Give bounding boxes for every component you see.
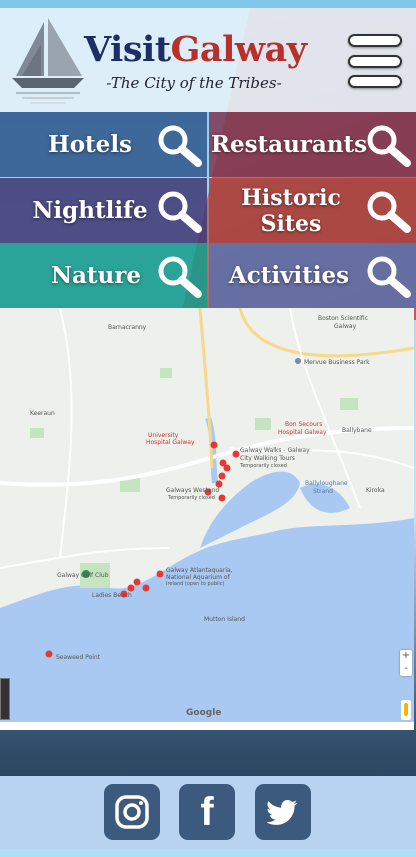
category-nightlife[interactable]: Nightlife — [0, 178, 207, 243]
search-icon — [158, 191, 202, 233]
map-label: National Aquarium of — [166, 574, 230, 581]
menu-bar — [348, 34, 402, 47]
map-label: Hospital Galway — [278, 429, 327, 436]
brand-visit: Visit — [84, 29, 171, 70]
search-icon — [367, 125, 411, 167]
map-label: Barnacranny — [108, 324, 147, 331]
social-footer: f — [0, 776, 416, 849]
category-restaurants[interactable]: Restaurants — [209, 112, 416, 177]
instagram-button[interactable] — [104, 784, 160, 840]
google-map[interactable]: Barnacranny Boston Scientific Galway Mer… — [0, 308, 414, 722]
category-grid: Hotels Restaurants Nightlife Historic Si… — [0, 112, 416, 308]
category-nature[interactable]: Nature — [0, 243, 207, 308]
map-zoom-control[interactable]: + - — [400, 650, 412, 676]
map-label: Ladies Beach — [92, 592, 132, 599]
map-zoom-out-button[interactable]: - — [400, 663, 412, 676]
facebook-button[interactable]: f — [179, 784, 235, 840]
google-logo: Google — [186, 708, 222, 718]
category-label: Hotels — [47, 131, 132, 158]
map-label: Keeraun — [30, 410, 55, 417]
map-label: University — [148, 432, 179, 439]
menu-bar — [348, 54, 402, 68]
map-label: City Walking Tours — [240, 455, 295, 462]
map-side-control[interactable] — [0, 678, 10, 720]
category-activities[interactable]: Activities — [209, 243, 416, 308]
top-strip — [0, 0, 416, 8]
brand[interactable]: VisitGalway -The City of the Tribes- — [84, 28, 308, 92]
category-label: Restaurants — [210, 131, 368, 158]
site-title: VisitGalway — [84, 28, 308, 72]
category-historic-sites[interactable]: Historic Sites — [209, 178, 416, 243]
map-label: Temporarily closed — [240, 463, 287, 469]
sailboat-logo-icon[interactable] — [8, 14, 88, 106]
map-zoom-in-button[interactable]: + — [400, 650, 412, 663]
map-label: Ballyloughane — [305, 480, 348, 487]
hamburger-menu-icon[interactable] — [348, 34, 402, 88]
facebook-icon: f — [200, 790, 214, 834]
map-label: Bon Secours — [285, 421, 323, 428]
search-icon — [158, 125, 202, 167]
instagram-icon — [115, 795, 149, 829]
map-label: Strand — [313, 488, 333, 495]
map-label: Seaweed Point — [56, 654, 101, 661]
category-hotels[interactable]: Hotels — [0, 112, 207, 177]
map-footer-strip — [0, 722, 414, 730]
map-label: Kiroka — [366, 487, 385, 494]
twitter-button[interactable] — [255, 784, 311, 840]
map-label: Galway — [334, 323, 357, 330]
search-icon — [367, 191, 411, 233]
site-header: VisitGalway -The City of the Tribes- — [0, 8, 416, 112]
map-label: Galways Westend — [166, 487, 220, 494]
brand-galway: Galway — [170, 29, 308, 70]
street-view-pegman-icon[interactable] — [401, 700, 411, 720]
search-icon — [158, 256, 202, 298]
twitter-bird-icon — [266, 799, 298, 825]
map-label: Ireland (open to public) — [166, 581, 225, 587]
category-label: Nightlife — [32, 197, 148, 224]
category-label: Historic Sites — [241, 184, 341, 237]
menu-bar — [348, 75, 402, 88]
tagline: -The City of the Tribes- — [106, 74, 282, 92]
map-label: Boston Scientific — [318, 315, 369, 322]
map-label: Galway Walks - Galway — [240, 447, 310, 454]
map-label: Galway Atlantaquaria, — [166, 567, 233, 574]
search-icon — [367, 256, 411, 298]
map-label: Mervue Business Park — [304, 359, 370, 366]
map-label: Temporarily closed — [168, 495, 215, 501]
map-label: Hospital Galway — [146, 439, 195, 446]
map-label: Mutton Island — [204, 616, 245, 623]
category-label: Activities — [228, 262, 350, 289]
bottom-strip — [0, 849, 416, 857]
map-label: Ballybane — [342, 427, 372, 434]
map-label: Galway Golf Club — [57, 572, 109, 579]
